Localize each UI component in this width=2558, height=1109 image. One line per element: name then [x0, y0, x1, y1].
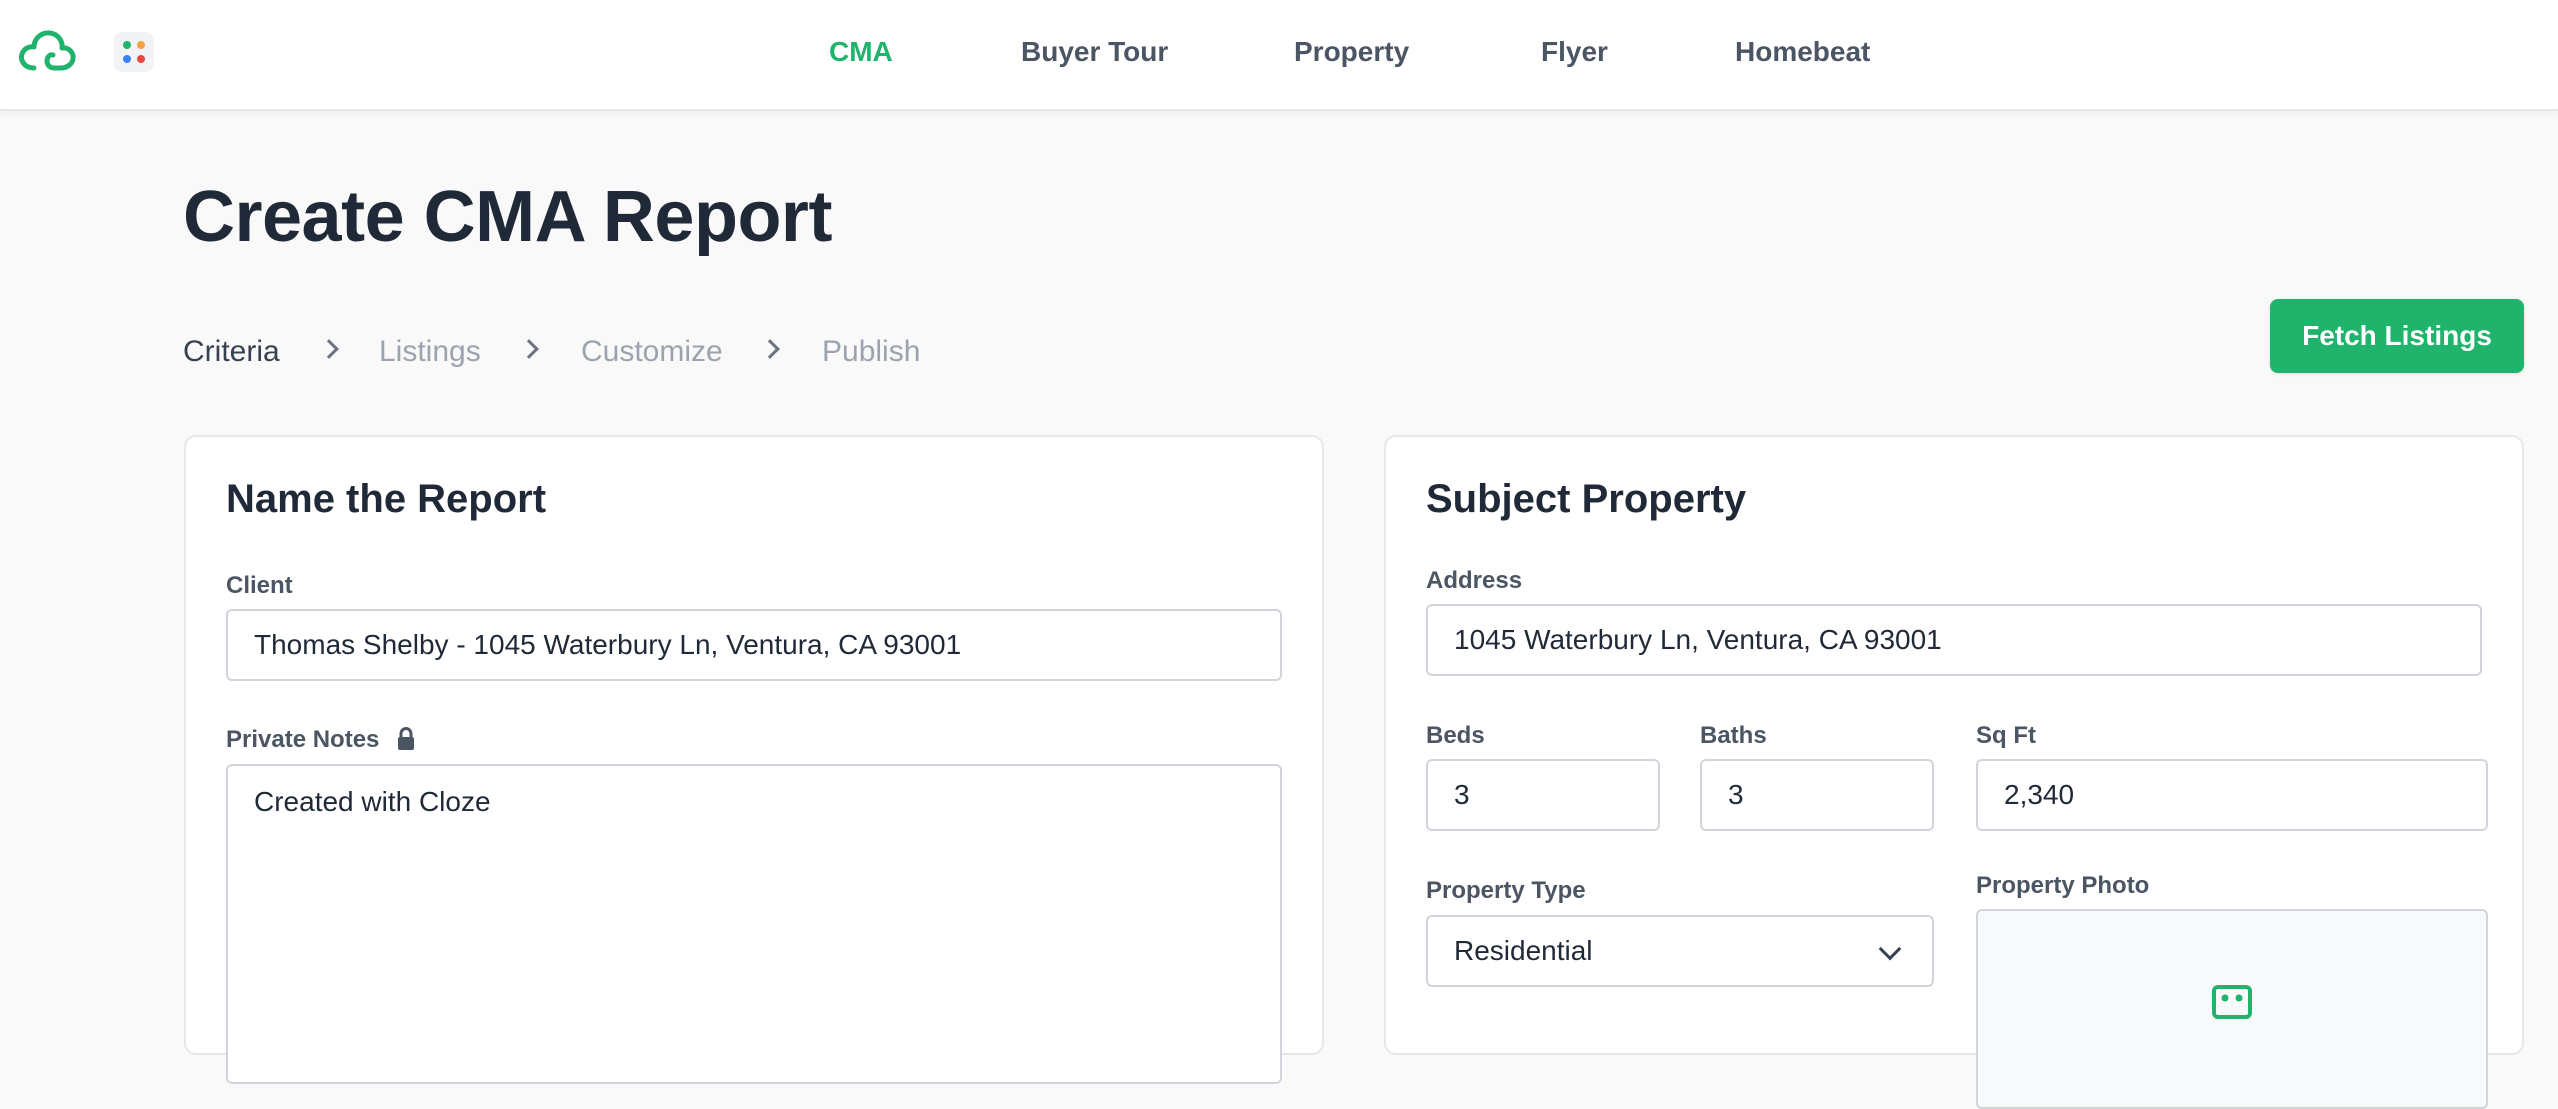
sqft-input[interactable]: 2,340 — [1976, 759, 2488, 831]
private-notes-label: Private Notes — [226, 726, 380, 753]
beds-input[interactable]: 3 — [1426, 759, 1660, 831]
sqft-label: Sq Ft — [1976, 722, 2036, 749]
main-nav: CMA Buyer Tour Property Flyer Homebeat — [0, 32, 2558, 72]
client-input[interactable]: Thomas Shelby - 1045 Waterbury Ln, Ventu… — [226, 609, 1282, 681]
nav-item-flyer[interactable]: Flyer — [1541, 32, 1608, 72]
property-type-select[interactable]: Residential — [1426, 915, 1934, 987]
property-photo-label: Property Photo — [1976, 872, 2150, 899]
property-photo-dropzone[interactable] — [1976, 909, 2488, 1109]
beds-label: Beds — [1426, 722, 1485, 749]
nav-item-homebeat[interactable]: Homebeat — [1735, 32, 1870, 72]
private-notes-textarea[interactable]: Created with Cloze — [226, 764, 1282, 1084]
address-label: Address — [1426, 567, 1523, 594]
baths-label: Baths — [1700, 722, 1767, 749]
fetch-listings-button[interactable]: Fetch Listings — [2270, 299, 2524, 373]
name-report-card: Name the Report Client Thomas Shelby - 1… — [184, 435, 1324, 1084]
name-report-title: Name the Report — [226, 477, 547, 521]
step-criteria[interactable]: Criteria — [183, 330, 280, 374]
baths-input[interactable]: 3 — [1700, 759, 1934, 831]
chevron-right-icon — [760, 339, 780, 359]
page-title: Create CMA Report — [183, 177, 832, 257]
property-type-value: Residential — [1454, 935, 1593, 966]
chevron-right-icon — [319, 339, 339, 359]
nav-item-cma[interactable]: CMA — [829, 32, 893, 72]
client-label: Client — [226, 572, 293, 599]
lock-icon — [398, 727, 414, 750]
image-placeholder-icon — [2212, 985, 2252, 1019]
step-publish[interactable]: Publish — [822, 330, 920, 374]
step-listings[interactable]: Listings — [379, 330, 481, 374]
subject-property-card: Subject Property Address 1045 Waterbury … — [1384, 435, 2524, 1109]
nav-item-property[interactable]: Property — [1294, 32, 1409, 72]
chevron-down-icon — [1878, 937, 1902, 961]
top-navigation-bar: CMA Buyer Tour Property Flyer Homebeat — [0, 0, 2558, 111]
chevron-right-icon — [519, 339, 539, 359]
address-input[interactable]: 1045 Waterbury Ln, Ventura, CA 93001 — [1426, 604, 2482, 676]
property-type-label: Property Type — [1426, 877, 1586, 904]
subject-property-title: Subject Property — [1426, 477, 1747, 521]
nav-item-buyer-tour[interactable]: Buyer Tour — [1021, 32, 1168, 72]
step-customize[interactable]: Customize — [581, 330, 723, 374]
